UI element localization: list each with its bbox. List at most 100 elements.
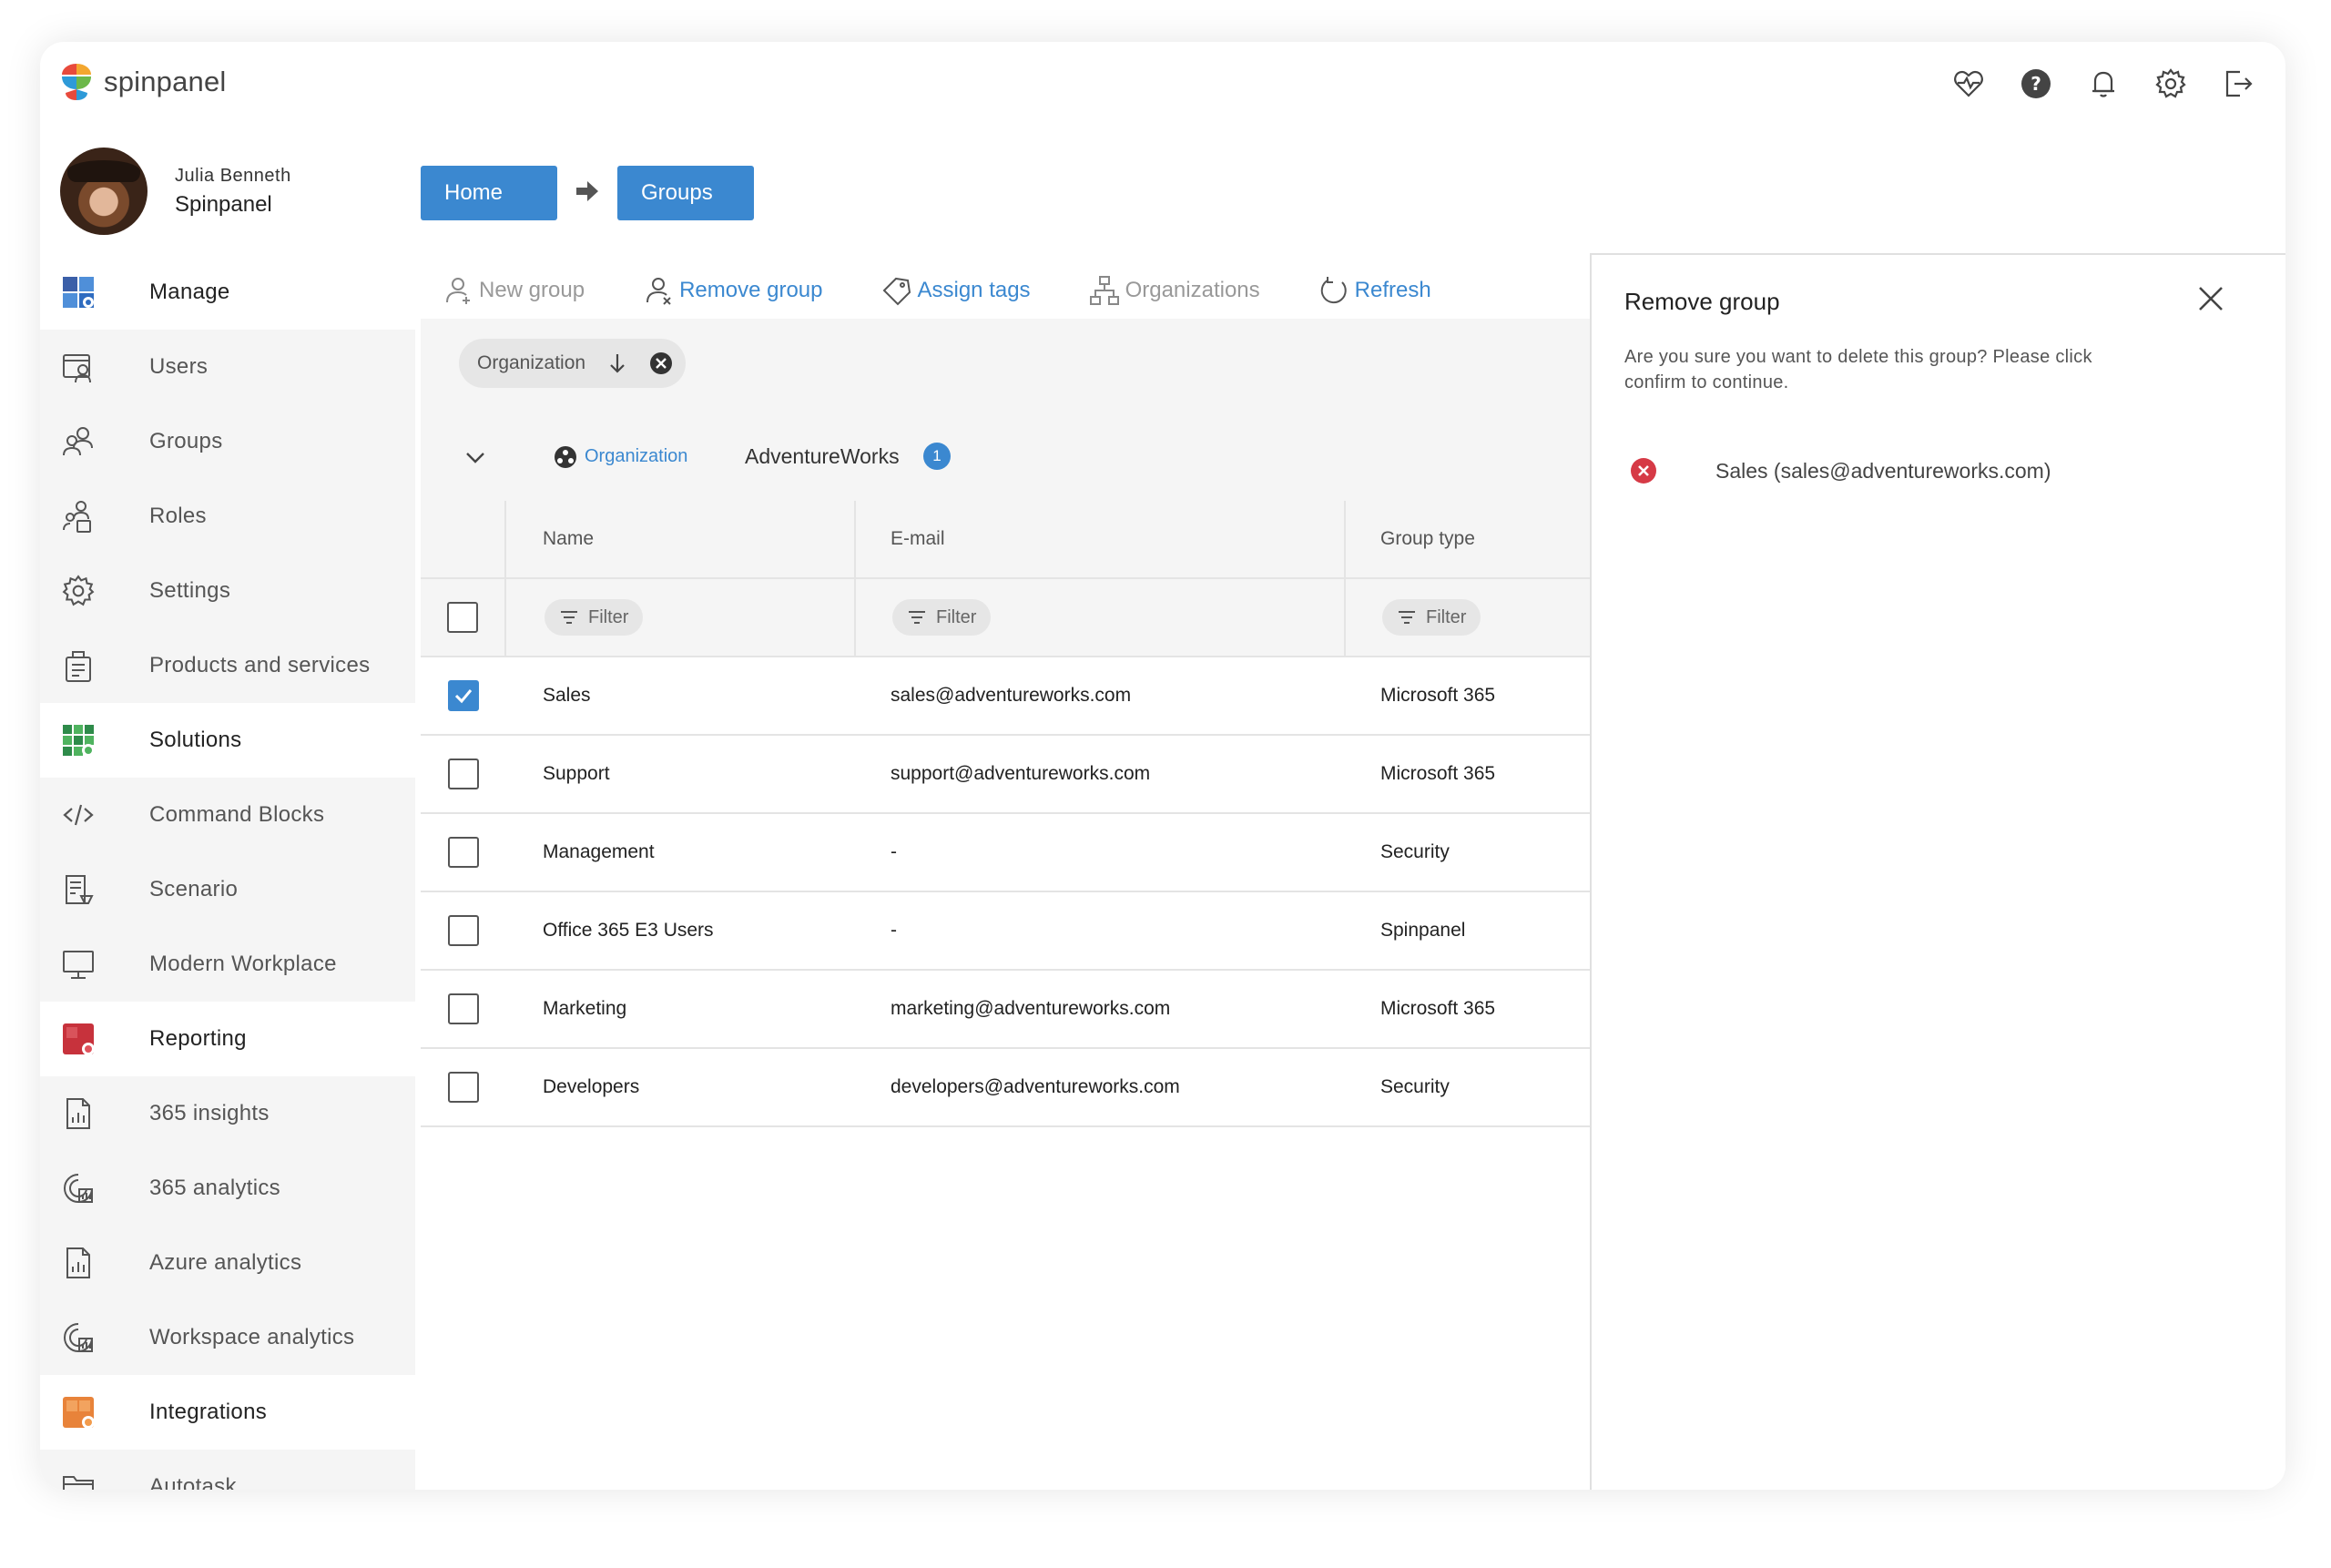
breadcrumb-groups[interactable]: Groups	[617, 166, 754, 220]
column-header-name[interactable]: Name	[508, 501, 856, 577]
toolbar: New group Remove group Assign tags Organ…	[443, 271, 1490, 310]
filter-button-name[interactable]: Filter	[545, 599, 644, 636]
remove-group-panel: Remove group Are you sure you want to de…	[1590, 253, 2285, 1490]
organizations-label: Organizations	[1125, 278, 1260, 302]
group-by-chip[interactable]: Organization	[459, 339, 687, 388]
sidebar-item-azure-analytics[interactable]: Azure analytics	[40, 1226, 415, 1300]
refresh-label: Refresh	[1354, 278, 1431, 302]
row-checkbox[interactable]	[448, 680, 479, 711]
organizations-button[interactable]: Organizations	[1089, 275, 1260, 306]
new-group-label: New group	[479, 278, 585, 302]
hierarchy-icon	[1089, 276, 1119, 305]
brand-name: spinpanel	[104, 66, 227, 97]
group-row-adventureworks[interactable]: Organization AdventureWorks 1	[421, 421, 1590, 492]
row-checkbox[interactable]	[448, 993, 479, 1024]
sidebar-item-label: Settings	[149, 578, 231, 603]
sidebar-item-365-analytics[interactable]: 365 analytics	[40, 1151, 415, 1226]
sidebar-item-manage[interactable]: Manage	[40, 255, 415, 330]
gear-icon[interactable]	[2153, 66, 2189, 102]
table-row[interactable]: Marketing marketing@adventureworks.com M…	[421, 971, 1590, 1049]
sidebar-item-autotask[interactable]: Autotask	[40, 1450, 415, 1490]
row-select-cell	[421, 892, 506, 969]
sidebar-item-modern-workplace[interactable]: Modern Workplace	[40, 927, 415, 1002]
sidebar-item-365-insights[interactable]: 365 insights	[40, 1076, 415, 1151]
sidebar-item-groups[interactable]: Groups	[40, 404, 415, 479]
cell-name: Sales	[543, 685, 591, 706]
filter-icon	[1399, 611, 1415, 624]
checkmark-icon	[454, 689, 473, 704]
breadcrumb-home[interactable]: Home	[421, 166, 557, 220]
cell-name: Office 365 E3 Users	[543, 920, 714, 941]
header-select-cell	[421, 501, 506, 577]
filter-icon	[561, 611, 577, 624]
refresh-button[interactable]: Refresh	[1318, 275, 1431, 306]
sidebar-item-solutions[interactable]: Solutions	[40, 703, 415, 778]
select-all-cell	[421, 579, 506, 656]
sidebar-item-scenario[interactable]: Scenario	[40, 852, 415, 927]
table-row[interactable]: Sales sales@adventureworks.com Microsoft…	[421, 657, 1590, 736]
bell-icon[interactable]	[2085, 66, 2122, 102]
sidebar-item-settings[interactable]: Settings	[40, 554, 415, 628]
sidebar-nav: Manage Users Groups Roles Settings Produ…	[40, 255, 415, 1490]
table-row[interactable]: Support support@adventureworks.com Micro…	[421, 736, 1590, 814]
table-row[interactable]: Management - Security	[421, 814, 1590, 892]
cell-group-type: Microsoft 365	[1380, 763, 1496, 784]
logo[interactable]: spinpanel	[60, 62, 227, 102]
user-profile[interactable]: Julia Benneth Spinpanel	[60, 148, 291, 235]
assign-tags-button[interactable]: Assign tags	[880, 275, 1031, 306]
cell-group-type: Spinpanel	[1380, 920, 1466, 941]
row-checkbox[interactable]	[448, 837, 479, 868]
column-header-email[interactable]: E-mail	[856, 501, 1346, 577]
group-to-remove-label: Sales (sales@adventureworks.com)	[1715, 458, 2051, 483]
sidebar-item-label: Scenario	[149, 877, 239, 901]
sidebar-item-workspace-analytics[interactable]: Workspace analytics	[40, 1300, 415, 1375]
reporting-icon	[60, 1021, 97, 1057]
spinpanel-logo-icon	[62, 64, 91, 100]
cell-email: sales@adventureworks.com	[891, 685, 1132, 706]
sidebar-item-reporting[interactable]: Reporting	[40, 1002, 415, 1076]
column-header-group-type[interactable]: Group type	[1346, 501, 1590, 577]
filter-button-group-type[interactable]: Filter	[1382, 599, 1481, 636]
sidebar-item-command-blocks[interactable]: Command Blocks	[40, 778, 415, 852]
sidebar-item-integrations[interactable]: Integrations	[40, 1375, 415, 1450]
new-group-button[interactable]: New group	[443, 275, 585, 306]
solutions-icon	[60, 722, 97, 759]
row-checkbox[interactable]	[448, 915, 479, 946]
table-header: Name E-mail Group type	[421, 501, 1590, 579]
refresh-icon	[1320, 277, 1347, 304]
remove-user-icon	[646, 278, 671, 305]
sort-down-icon[interactable]	[606, 351, 629, 375]
filter-icon	[909, 611, 925, 624]
cell-email: developers@adventureworks.com	[891, 1076, 1180, 1097]
sidebar-item-users[interactable]: Users	[40, 330, 415, 404]
arrow-right-icon	[574, 178, 601, 209]
sidebar-item-roles[interactable]: Roles	[40, 479, 415, 554]
error-icon	[1631, 458, 1656, 484]
close-icon[interactable]	[2194, 282, 2227, 315]
sidebar-item-label: Autotask	[149, 1474, 237, 1490]
tag-icon	[883, 277, 911, 306]
sidebar-item-products-and-services[interactable]: Products and services	[40, 628, 415, 703]
logout-icon[interactable]	[2220, 66, 2256, 102]
row-select-cell	[421, 1049, 506, 1125]
chevron-down-icon[interactable]	[463, 444, 488, 470]
select-all-checkbox[interactable]	[447, 602, 478, 633]
sidebar-item-label: Users	[149, 354, 209, 379]
help-icon[interactable]: ?	[2018, 66, 2054, 102]
remove-chip-icon[interactable]	[649, 351, 673, 375]
groups-grid: Organization Organization AdventureWorks…	[421, 319, 1590, 1490]
row-checkbox[interactable]	[448, 1072, 479, 1103]
table-row[interactable]: Office 365 E3 Users - Spinpanel	[421, 892, 1590, 971]
monitor-icon	[60, 946, 97, 983]
integrations-icon	[60, 1394, 97, 1431]
row-checkbox[interactable]	[448, 759, 479, 789]
filter-button-email[interactable]: Filter	[892, 599, 992, 636]
code-icon	[60, 797, 97, 833]
remove-group-button[interactable]: Remove group	[643, 275, 822, 306]
sidebar-item-label: 365 analytics	[149, 1176, 280, 1200]
cell-email: marketing@adventureworks.com	[891, 998, 1171, 1019]
health-icon[interactable]	[1950, 66, 1987, 102]
cell-email: -	[891, 920, 897, 941]
users-icon	[60, 349, 97, 385]
table-row[interactable]: Developers developers@adventureworks.com…	[421, 1049, 1590, 1127]
